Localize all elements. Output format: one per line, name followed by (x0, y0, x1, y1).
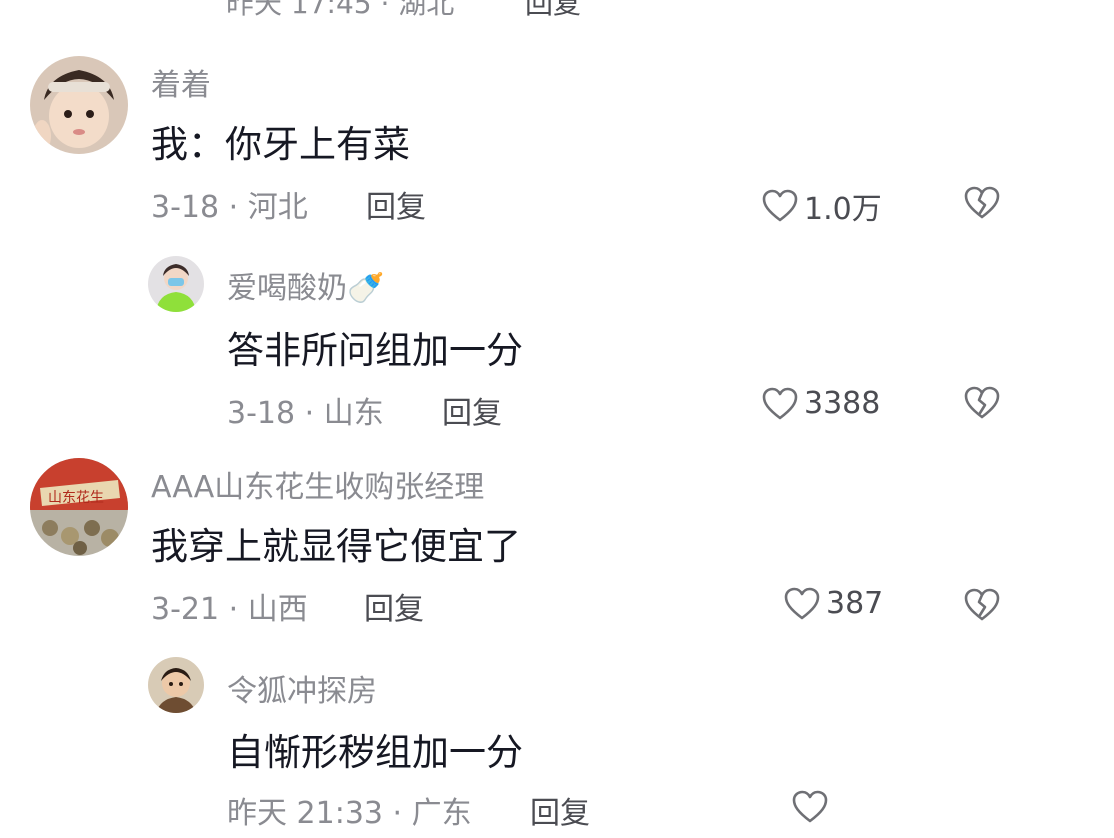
avatar[interactable] (148, 256, 204, 312)
avatar[interactable]: 山东花生 (30, 458, 128, 556)
reply-button[interactable]: 回复 (442, 388, 502, 432)
svg-text:山东花生: 山东花生 (48, 490, 104, 506)
heart-outline-icon (784, 587, 820, 619)
reply-button[interactable]: 回复 (366, 182, 426, 226)
previous-comment-reply-button[interactable]: 回复 (525, 0, 581, 22)
comment-date-location: 3-18 · 河北 (151, 190, 308, 225)
like-button[interactable]: 1.0万 (762, 184, 882, 228)
like-button[interactable]: 3388 (762, 386, 880, 421)
username[interactable]: 着着 (151, 60, 211, 104)
dislike-button[interactable] (964, 588, 1000, 626)
dislike-button[interactable] (964, 386, 1000, 424)
comment-text: 答非所问组加一分 (227, 329, 523, 372)
previous-comment-date: 昨天 17:45 · 湖北 (226, 0, 455, 20)
previous-comment-meta-partial: 昨天 17:45 · 湖北 回复 (0, 0, 1114, 20)
reply-button[interactable]: 回复 (364, 584, 424, 628)
broken-heart-icon (964, 186, 1000, 219)
comment-text: 我：你牙上有菜 (151, 123, 410, 166)
like-button[interactable]: 387 (784, 586, 883, 621)
comment-date-location: 3-18 · 山东 (227, 396, 384, 431)
username[interactable]: 令狐冲探房 (227, 666, 377, 710)
heart-outline-icon (762, 387, 798, 419)
comment-date-location: 3-21 · 山西 (151, 592, 308, 627)
avatar[interactable] (148, 657, 204, 713)
username[interactable]: AAA山东花生收购张经理 (151, 462, 484, 506)
like-count: 3388 (804, 386, 881, 421)
reply-button[interactable]: 回复 (530, 788, 590, 832)
heart-outline-icon (762, 189, 798, 222)
like-count: 1.0万 (804, 192, 882, 227)
username[interactable]: 爱喝酸奶🍼 (227, 263, 384, 307)
avatar[interactable] (30, 56, 128, 154)
dislike-button[interactable] (964, 186, 1000, 224)
broken-heart-icon (964, 588, 1000, 621)
like-count: 387 (826, 586, 884, 621)
comment-text: 自惭形秽组加一分 (227, 731, 523, 774)
broken-heart-icon (964, 386, 1000, 419)
like-button[interactable] (792, 790, 834, 824)
comment-text: 我穿上就显得它便宜了 (151, 525, 521, 568)
comment-date-location: 昨天 21:33 · 广东 (227, 796, 472, 831)
heart-outline-icon (792, 790, 828, 823)
